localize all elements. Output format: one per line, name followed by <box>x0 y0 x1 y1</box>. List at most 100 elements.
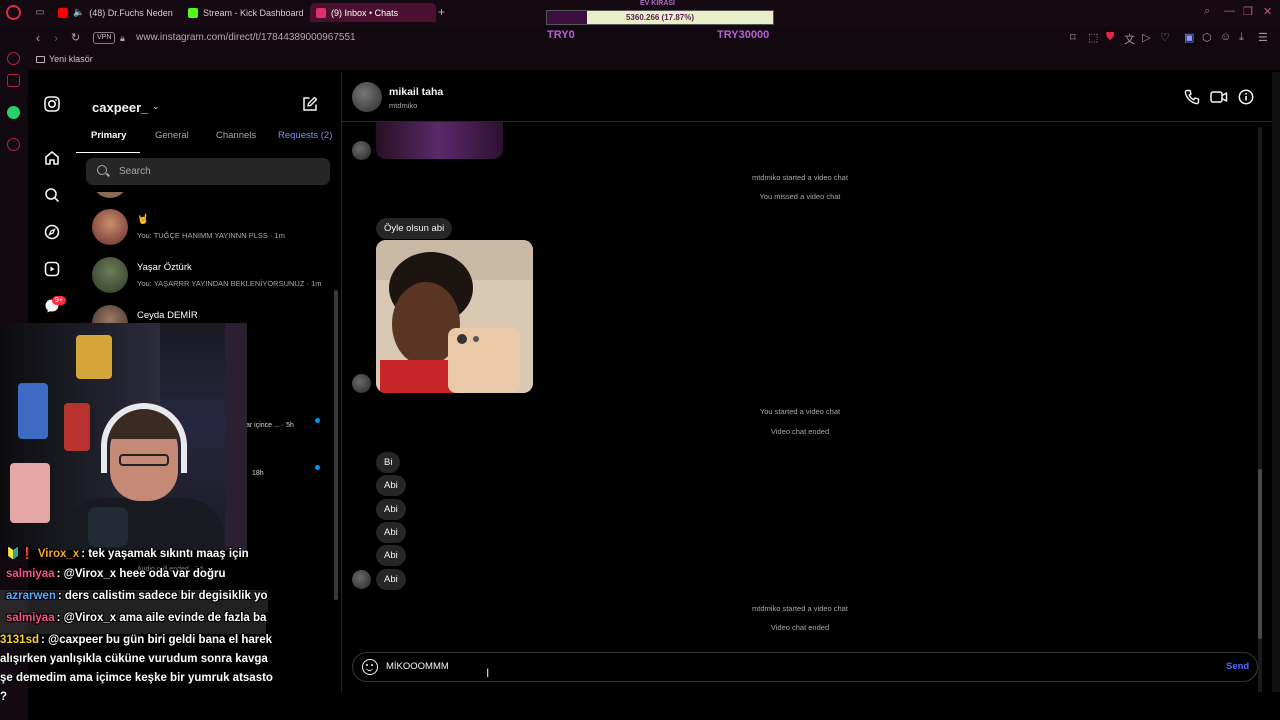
minimize-icon[interactable]: — <box>1224 5 1235 17</box>
search-input[interactable]: Search <box>86 158 330 185</box>
whatsapp-icon[interactable] <box>7 106 20 119</box>
info-icon[interactable] <box>1237 89 1255 107</box>
tab-label: (48) Dr.Fuchs Neden <box>89 7 173 18</box>
close-icon[interactable]: ✕ <box>1263 5 1272 18</box>
chat-username: salmiyaa <box>6 612 55 624</box>
bag-icon[interactable] <box>7 74 20 87</box>
message-bubble[interactable]: Abi <box>376 499 406 520</box>
page-scrollbar[interactable] <box>1272 72 1280 692</box>
aria-icon[interactable] <box>7 52 20 65</box>
snapshot-icon[interactable]: ⬚ <box>1088 31 1098 44</box>
explore-icon[interactable] <box>43 224 60 241</box>
url-field[interactable]: www.instagram.com/direct/t/1784438900096… <box>136 32 356 43</box>
unread-dot <box>315 418 320 423</box>
message-bubble[interactable]: Bi <box>376 452 401 473</box>
figure-toy <box>10 463 50 523</box>
stream-chat-line: azrarwen: ders calistim sadece bir degis… <box>0 590 268 612</box>
inbox-scrollbar[interactable] <box>334 290 338 600</box>
account-switcher[interactable]: caxpeer_ <box>92 100 148 115</box>
avatar <box>92 192 128 198</box>
tab-requests[interactable]: Requests (2) <box>278 130 332 141</box>
figure-toy <box>18 383 48 439</box>
goal-max-label: TRY30000 <box>717 29 770 41</box>
search-nav-icon[interactable] <box>43 187 60 204</box>
heart-icon[interactable]: ♡ <box>1160 31 1170 44</box>
extension-2-icon[interactable]: ⬡ <box>1202 31 1212 44</box>
webcam-background <box>225 323 247 550</box>
bookmarks-bar: Yeni klasör <box>0 50 1280 70</box>
chat-username: 3131sd <box>0 634 40 646</box>
system-message: Video chat ended <box>770 623 830 632</box>
phone-icon[interactable] <box>1183 89 1201 107</box>
tab-instagram[interactable]: (9) Inbox • Chats <box>310 3 436 22</box>
bookmark-folder[interactable]: Yeni klasör <box>36 54 93 64</box>
stream-chat-line: salmiyaa: @Virox_x heee oda var doğru <box>0 568 225 590</box>
list-item[interactable] <box>92 192 332 200</box>
youtube-icon <box>58 7 68 18</box>
list-item[interactable]: 🤘 You: TUĞÇE HANIMM YAYINNN PLSS · 1m <box>92 209 332 249</box>
reels-icon[interactable] <box>43 261 60 278</box>
message-bubble[interactable]: Öyle olsun abi <box>376 218 453 239</box>
notifications-badge: 9+ <box>52 296 66 305</box>
bookmark-icon[interactable]: ⌑ <box>1070 31 1076 44</box>
tab-kick[interactable]: Stream - Kick Dashboard <box>182 3 306 22</box>
active-tab-underline <box>76 152 140 153</box>
avatar[interactable] <box>352 82 382 112</box>
message-bubble[interactable]: Abi <box>376 475 406 496</box>
compose-icon[interactable] <box>302 96 320 114</box>
address-bar: ‹ › ↻ VPN 🔒︎ www.instagram.com/direct/t/… <box>0 26 1280 50</box>
restore-icon[interactable]: ❐ <box>1243 5 1253 18</box>
lock-icon[interactable]: 🔒︎ <box>120 33 125 44</box>
stream-chat-line: 🔰❗ Virox_x: tek yaşamak sıkıntı maaş içi… <box>0 546 249 568</box>
system-message: Video chat ended <box>770 427 830 436</box>
avatar <box>352 570 371 589</box>
extension-1-icon[interactable]: ▣ <box>1184 31 1194 44</box>
conversation-name: Ceyda DEMİR <box>137 310 198 321</box>
translate-icon[interactable]: 文 <box>1124 31 1135 47</box>
chat-text: : @Virox_x heee oda var doğru <box>56 568 226 580</box>
profile-icon[interactable]: ☺ <box>1220 31 1231 43</box>
download-icon[interactable]: ⤓ <box>1239 31 1244 44</box>
glasses <box>119 454 169 466</box>
message-bubble[interactable]: Abi <box>376 545 406 566</box>
search-tabs-icon[interactable]: ⌕ <box>1204 5 1210 18</box>
vpn-badge[interactable]: VPN <box>93 32 116 44</box>
message-input[interactable] <box>386 661 1166 672</box>
chat-panel: mikail taha mtdmiko mtdmiko started a vi… <box>342 72 1272 692</box>
play-icon[interactable]: ▷ <box>1142 31 1150 44</box>
message-bubble[interactable]: Abi <box>376 522 406 543</box>
shared-image[interactable] <box>376 240 533 393</box>
conversation-preview: ar içince ... · 5h <box>246 422 294 429</box>
tab-general[interactable]: General <box>155 130 189 141</box>
chat-text: : @Virox_x ama aile evinde de fazla ba <box>56 612 267 624</box>
reload-icon[interactable]: ↻ <box>71 31 80 44</box>
emoji-icon[interactable] <box>362 659 378 675</box>
instagram-logo-icon[interactable] <box>43 96 60 113</box>
menu-icon[interactable]: ☰ <box>1258 31 1268 44</box>
tab-primary[interactable]: Primary <box>91 130 126 141</box>
screen: ▭ 🔈 (48) Dr.Fuchs Neden Stream - Kick Da… <box>0 0 1280 720</box>
stream-chat-line: şe demedim ama içimce keşke bir yumruk a… <box>0 672 273 694</box>
system-message: mtdmiko started a video chat <box>752 173 848 182</box>
shared-image[interactable] <box>376 122 503 159</box>
message-bubble[interactable]: Abi <box>376 569 406 590</box>
workspaces-icon[interactable]: ▭ <box>34 7 46 18</box>
system-message: mtdmiko started a video chat <box>752 604 848 613</box>
back-icon[interactable]: ‹ <box>36 31 40 45</box>
adblock-icon[interactable]: ⛊ <box>1106 31 1114 44</box>
forward-icon[interactable]: › <box>54 31 58 45</box>
chat-scrollbar-thumb[interactable] <box>1258 469 1262 639</box>
tab-channels[interactable]: Channels <box>216 130 256 141</box>
tab-youtube[interactable]: 🔈 (48) Dr.Fuchs Neden <box>52 3 180 22</box>
chat-contact-name[interactable]: mikail taha <box>389 86 443 98</box>
chat-scrollbar[interactable] <box>1258 127 1262 692</box>
chevron-down-icon[interactable]: ⌄ <box>152 101 160 112</box>
list-item[interactable]: Yaşar Öztürk You: YAŞARRR YAYINDAN BEKLE… <box>92 257 332 297</box>
opera-logo-icon[interactable] <box>6 5 21 20</box>
send-button[interactable]: Send <box>1226 661 1249 672</box>
new-tab-icon[interactable]: + <box>438 5 445 19</box>
conversation-time: 18h <box>252 470 264 477</box>
history-icon[interactable] <box>7 138 20 151</box>
home-icon[interactable] <box>43 150 60 167</box>
video-call-icon[interactable] <box>1210 89 1228 107</box>
